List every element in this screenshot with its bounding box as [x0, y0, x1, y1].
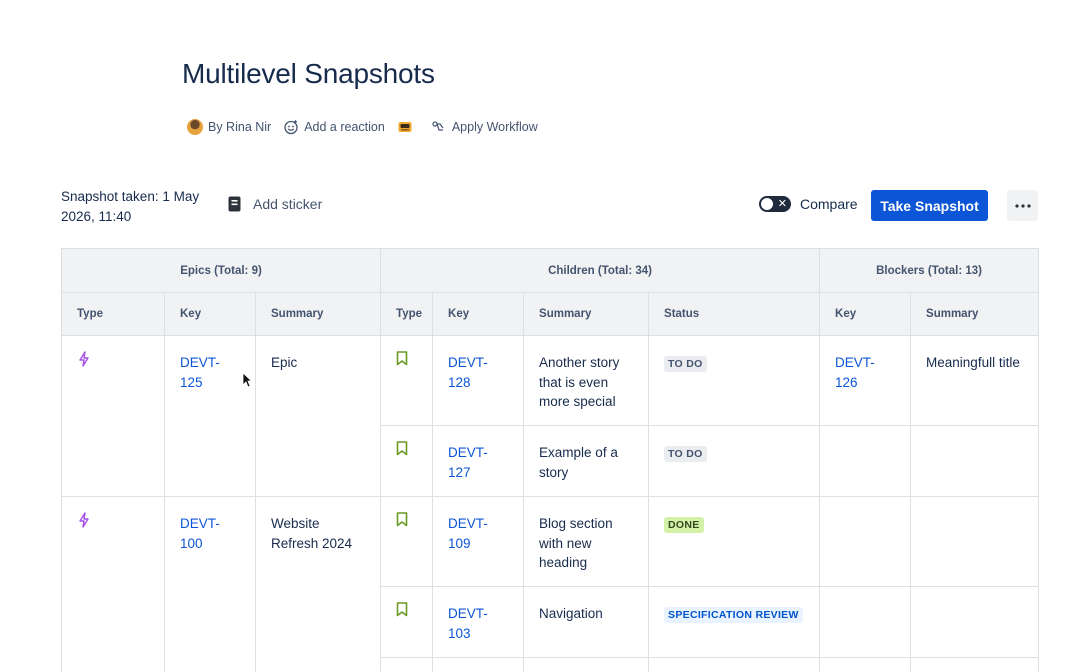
lightning-icon: [79, 512, 89, 528]
blocker-key-cell: [819, 425, 912, 497]
child-status-cell: [648, 657, 821, 672]
add-sticker-label: Add sticker: [253, 196, 323, 212]
blocker-key-cell: [819, 496, 912, 587]
issue-link[interactable]: DEVT-128: [448, 355, 488, 390]
add-reaction-button[interactable]: Add a reaction: [283, 119, 385, 135]
blocker-key-cell[interactable]: DEVT-126: [819, 335, 912, 426]
apply-workflow-button[interactable]: Apply Workflow: [431, 119, 538, 135]
bookmark-icon: [396, 441, 408, 456]
snapshot-table: Epics (Total: 9) Children (Total: 34) Bl…: [60, 248, 1040, 672]
table-row: DEVT-125 Epic DEVT-128 Another story tha…: [61, 335, 1040, 497]
issue-link[interactable]: DEVT-125: [180, 355, 220, 390]
epic-summary-cell: Epic: [254, 335, 382, 497]
child-summary-cell: Example of a story: [523, 425, 650, 497]
child-status-cell: SPECIFICATION REVIEW: [648, 586, 821, 658]
add-sticker-button[interactable]: Add sticker: [228, 196, 322, 212]
col-child-summary: Summary: [523, 292, 650, 336]
blocker-summary-cell: [910, 586, 1040, 658]
child-key-cell[interactable]: DEVT-127: [432, 425, 525, 497]
compare-label: Compare: [800, 196, 858, 212]
bookmark-icon: [396, 512, 408, 527]
group-header-children: Children (Total: 34): [380, 248, 821, 293]
child-summary-cell: [523, 657, 650, 672]
add-reaction-label: Add a reaction: [304, 120, 385, 134]
close-icon: ✕: [777, 197, 787, 210]
bookmark-icon: [396, 602, 408, 617]
child-summary-cell: Blog section with new heading: [523, 496, 650, 587]
child-status-cell: TO DO: [648, 335, 821, 426]
status-badge: TO DO: [664, 356, 707, 372]
author-label: By Rina Nir: [208, 120, 272, 134]
issue-link[interactable]: DEVT-109: [448, 516, 488, 551]
epic-type-cell: [61, 496, 165, 672]
blocker-summary-cell: Meaningfull title: [910, 335, 1040, 426]
issue-link[interactable]: DEVT-126: [835, 355, 875, 390]
compare-toggle[interactable]: ✕ Compare: [759, 196, 858, 212]
epic-summary-cell: Website Refresh 2024: [254, 496, 382, 672]
col-epic-type: Type: [61, 292, 165, 336]
child-type-cell: [380, 425, 434, 497]
mouse-cursor-icon: [242, 372, 252, 388]
issue-link[interactable]: DEVT-100: [180, 516, 220, 551]
blocker-summary-cell: [910, 657, 1040, 672]
table-row: DEVT-100 Website Refresh 2024 DEVT-109 B…: [61, 496, 1040, 672]
col-child-type: Type: [380, 292, 434, 336]
blocker-summary-cell: [910, 496, 1040, 587]
child-key-cell: [432, 657, 525, 672]
snapshot-timestamp: Snapshot taken: 1 May 2026, 11:40: [61, 189, 200, 224]
col-blocker-key: Key: [819, 292, 912, 336]
group-header-blockers: Blockers (Total: 13): [819, 248, 1040, 293]
sticker-icon: [228, 196, 241, 212]
more-options-button[interactable]: [1007, 190, 1038, 221]
status-badge: TO DO: [664, 446, 707, 462]
issue-link[interactable]: DEVT-103: [448, 606, 488, 641]
take-snapshot-button[interactable]: Take Snapshot: [871, 190, 988, 221]
robot-emoji-icon: [398, 122, 412, 132]
blocker-summary-cell: [910, 425, 1040, 497]
status-badge: SPECIFICATION REVIEW: [664, 607, 803, 623]
page-title: Multilevel Snapshots: [182, 58, 435, 89]
col-child-key: Key: [432, 292, 525, 336]
workflow-icon: [432, 121, 444, 131]
epic-key-cell[interactable]: DEVT-125: [164, 335, 256, 497]
toggle-switch[interactable]: ✕: [759, 196, 791, 212]
issue-link[interactable]: DEVT-127: [448, 445, 488, 480]
child-summary-cell: Another story that is even more special: [523, 335, 650, 426]
avatar: [187, 119, 203, 135]
bookmark-icon: [396, 351, 408, 366]
col-child-status: Status: [648, 292, 821, 336]
col-blocker-summary: Summary: [910, 292, 1040, 336]
child-summary-cell: Navigation: [523, 586, 650, 658]
child-type-cell: [380, 586, 434, 658]
child-type-cell: [380, 657, 434, 672]
emoji-reaction[interactable]: [397, 119, 413, 135]
child-type-cell: [380, 335, 434, 426]
child-status-cell: DONE: [648, 496, 821, 587]
group-header-epics: Epics (Total: 9): [60, 248, 382, 293]
child-status-cell: TO DO: [648, 425, 821, 497]
child-key-cell[interactable]: DEVT-109: [432, 496, 525, 587]
author[interactable]: By Rina Nir: [187, 119, 271, 135]
apply-workflow-label: Apply Workflow: [451, 120, 538, 134]
smiley-add-icon: [284, 120, 298, 135]
child-type-cell: [380, 496, 434, 587]
epic-type-cell: [61, 335, 165, 497]
more-horizontal-icon: [1014, 203, 1031, 208]
blocker-key-cell: [819, 586, 912, 658]
child-key-cell[interactable]: DEVT-103: [432, 586, 525, 658]
byline: By Rina Nir Add a reaction Apply Workflo…: [187, 118, 550, 136]
lightning-icon: [79, 351, 89, 367]
toggle-knob: [761, 198, 773, 210]
child-key-cell[interactable]: DEVT-128: [432, 335, 525, 426]
blocker-key-cell: [819, 657, 912, 672]
col-epic-key: Key: [164, 292, 256, 336]
status-badge: DONE: [664, 517, 704, 533]
col-epic-summary: Summary: [254, 292, 382, 336]
epic-key-cell[interactable]: DEVT-100: [164, 496, 256, 672]
